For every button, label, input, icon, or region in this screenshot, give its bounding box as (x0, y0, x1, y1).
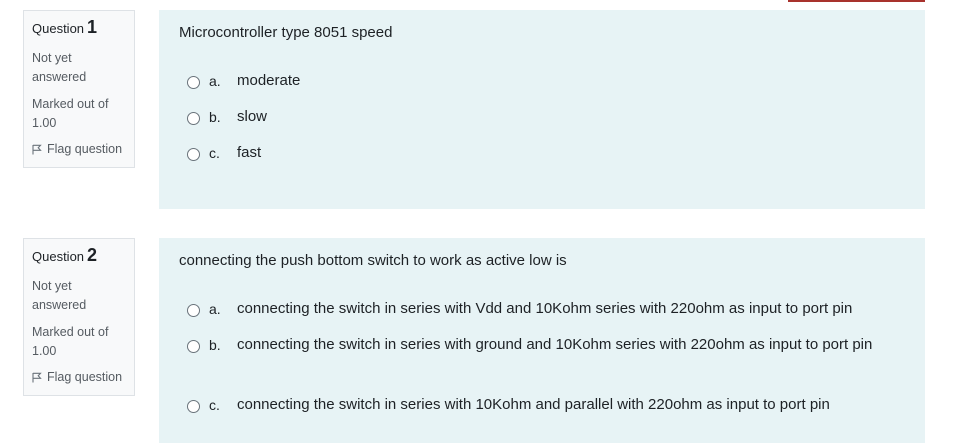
question-content-2: connecting the push bottom switch to wor… (159, 238, 925, 443)
question-text: connecting the push bottom switch to wor… (179, 252, 567, 269)
question-label: Question (32, 21, 85, 36)
question-number: 2 (87, 245, 98, 265)
answer-text: connecting the switch in series with Vdd… (237, 300, 853, 317)
answer-option-c[interactable]: c. connecting the switch in series with … (187, 396, 907, 417)
answer-letter: b. (209, 109, 221, 125)
question-grade: Marked out of 1.00 (32, 97, 109, 130)
flag-question-label: Flag question (47, 142, 123, 156)
question-info-1: Question 1 Not yet answered Marked out of… (23, 10, 135, 168)
answer-letter: c. (209, 397, 220, 413)
top-accent-bar (788, 0, 925, 2)
answer-option-b[interactable]: b. connecting the switch in series with … (187, 336, 907, 357)
answer-option-a[interactable]: a. moderate (187, 72, 907, 93)
flag-question-link[interactable]: Flag question (32, 142, 122, 156)
answer-letter: b. (209, 337, 221, 353)
radio-button[interactable] (187, 76, 200, 89)
answer-option-c[interactable]: c. fast (187, 144, 907, 165)
question-number: 1 (87, 17, 98, 37)
question-text: Microcontroller type 8051 speed (179, 24, 393, 41)
flag-question-label: Flag question (47, 370, 123, 384)
radio-button[interactable] (187, 148, 200, 161)
radio-button[interactable] (187, 340, 200, 353)
answer-text: connecting the switch in series with gro… (237, 336, 873, 353)
answer-letter: a. (209, 301, 221, 317)
answer-letter: a. (209, 73, 221, 89)
flag-question-link[interactable]: Flag question (32, 370, 122, 384)
question-state: Not yet answered (32, 279, 87, 312)
radio-button[interactable] (187, 304, 200, 317)
answer-text: fast (237, 144, 262, 161)
question-title: Question 1 (32, 17, 97, 38)
answer-text: moderate (237, 72, 301, 89)
flag-icon (32, 144, 42, 154)
answer-option-b[interactable]: b. slow (187, 108, 907, 129)
question-info-2: Question 2 Not yet answered Marked out of… (23, 238, 135, 396)
question-title: Question 2 (32, 245, 97, 266)
flag-icon (32, 372, 42, 382)
answer-option-a[interactable]: a. connecting the switch in series with … (187, 300, 907, 321)
radio-button[interactable] (187, 112, 200, 125)
radio-button[interactable] (187, 400, 200, 413)
question-content-1: Microcontroller type 8051 speed a. moder… (159, 10, 925, 209)
question-label: Question (32, 249, 85, 264)
answer-text: connecting the switch in series with 10K… (237, 396, 830, 413)
answer-text: slow (237, 108, 268, 125)
question-state: Not yet answered (32, 51, 87, 84)
answer-letter: c. (209, 145, 220, 161)
question-grade: Marked out of 1.00 (32, 325, 109, 358)
